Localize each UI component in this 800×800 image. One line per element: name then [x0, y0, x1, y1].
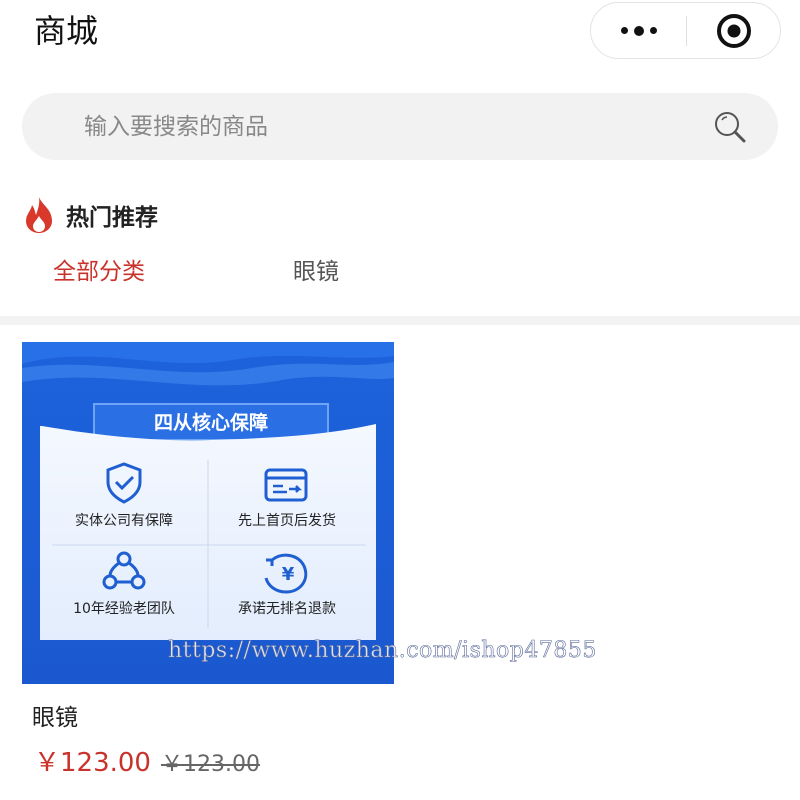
target-close-icon	[716, 13, 751, 48]
search-bar[interactable]	[22, 93, 778, 160]
category-tabs: 全部分类 眼镜	[0, 250, 800, 294]
close-button[interactable]	[687, 3, 780, 58]
mini-program-capsule	[590, 2, 781, 59]
feature-label: 实体公司有保障	[75, 513, 173, 529]
product-price: ￥123.00	[34, 748, 151, 778]
feature-label: 10年经验老团队	[73, 601, 175, 617]
more-dots-icon-right	[649, 27, 657, 34]
product-card[interactable]: 四从核心保障 实体公司有保障 先上首页后发货 10年经验老团队 ¥ 承诺无排名退…	[22, 342, 394, 778]
flame-icon	[26, 197, 52, 233]
tab-all-categories[interactable]: 全部分类	[53, 250, 145, 294]
feature-label: 先上首页后发货	[238, 512, 336, 529]
more-button[interactable]	[591, 3, 686, 58]
section-divider	[0, 316, 800, 325]
page-title: 商城	[34, 12, 99, 50]
product-prices: ￥123.00 ￥123.00	[34, 742, 260, 779]
more-dots-icon-center	[633, 25, 644, 36]
svg-text:¥: ¥	[282, 564, 295, 585]
tab-glasses[interactable]: 眼镜	[293, 250, 339, 294]
search-input[interactable]	[84, 93, 684, 160]
banner-title: 四从核心保障	[154, 411, 268, 434]
search-icon	[715, 112, 746, 143]
hot-section-header: 热门推荐	[22, 196, 158, 234]
watermark-text: https://www.huzhan.com/ishop47855	[168, 638, 597, 664]
section-title: 热门推荐	[66, 205, 158, 231]
product-original-price: ￥123.00	[160, 752, 260, 777]
product-image[interactable]: 四从核心保障 实体公司有保障 先上首页后发货 10年经验老团队 ¥ 承诺无排名退…	[22, 342, 394, 684]
more-dots-icon	[620, 27, 628, 34]
search-button[interactable]	[712, 109, 748, 145]
product-name[interactable]: 眼镜	[32, 698, 78, 732]
feature-label: 承诺无排名退款	[238, 601, 336, 617]
